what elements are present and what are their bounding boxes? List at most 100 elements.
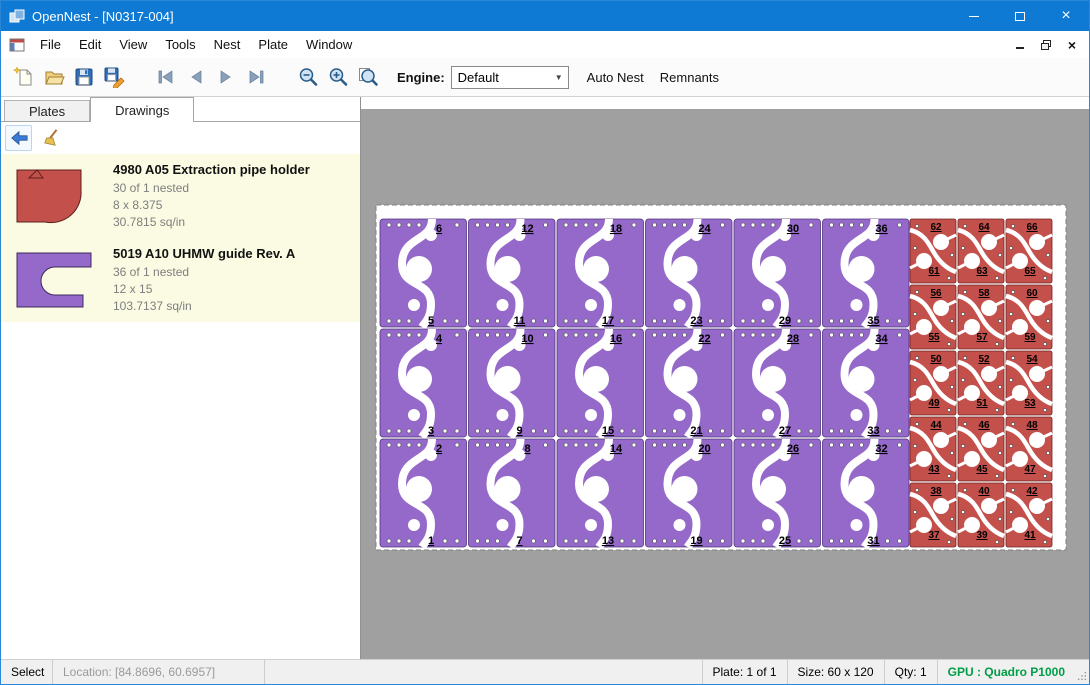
purple-part-pair[interactable]: 2423 — [646, 219, 733, 327]
part-number-label[interactable]: 61 — [928, 266, 940, 277]
menu-plate[interactable]: Plate — [249, 33, 297, 56]
red-part-pair[interactable]: 62 61 — [910, 219, 956, 283]
maximize-button[interactable] — [997, 1, 1043, 31]
menu-view[interactable]: View — [110, 33, 156, 56]
purple-part-pair[interactable]: 10 9 — [469, 329, 556, 437]
part-number-label[interactable]: 27 — [779, 425, 791, 437]
purple-part-pair[interactable]: 1817 — [557, 219, 644, 327]
tab-drawings[interactable]: Drawings — [90, 97, 194, 122]
nest-canvas[interactable]: 6512111817242330293635431091615222128273… — [361, 97, 1089, 659]
part-number-label[interactable]: 31 — [867, 535, 879, 547]
part-number-label[interactable]: 39 — [976, 530, 988, 541]
part-number-label[interactable]: 66 — [1026, 222, 1038, 233]
part-number-label[interactable]: 15 — [602, 425, 614, 437]
part-number-label[interactable]: 11 — [514, 315, 526, 327]
part-number-label[interactable]: 18 — [610, 223, 622, 235]
part-number-label[interactable]: 43 — [928, 464, 940, 475]
part-number-label[interactable]: 49 — [928, 398, 940, 409]
purple-part-pair[interactable]: 43 — [380, 329, 467, 437]
purple-part-pair[interactable]: 32 31 — [823, 439, 910, 547]
part-number-label[interactable]: 46 — [978, 420, 990, 431]
part-number-label[interactable]: 7 — [516, 535, 522, 547]
red-part-pair[interactable]: 44 43 — [910, 417, 956, 481]
part-number-label[interactable]: 24 — [698, 223, 711, 235]
mdi-restore-button[interactable] — [1035, 36, 1057, 54]
purple-part-pair[interactable]: 2625 — [734, 439, 821, 547]
part-number-label[interactable]: 40 — [978, 486, 990, 497]
list-item-uhmw-guide[interactable]: 5019 A10 UHMW guide Rev. A 36 of 1 neste… — [1, 238, 360, 322]
next-plate-button[interactable] — [211, 62, 241, 92]
red-part-pair[interactable]: 64 63 — [958, 219, 1004, 283]
open-button[interactable] — [39, 62, 69, 92]
previous-plate-button[interactable] — [181, 62, 211, 92]
part-number-label[interactable]: 59 — [1024, 332, 1036, 343]
red-part-pair[interactable]: 42 41 — [1006, 483, 1052, 547]
part-number-label[interactable]: 5 — [428, 315, 434, 327]
part-number-label[interactable]: 14 — [610, 443, 623, 455]
zoom-out-button[interactable] — [293, 62, 323, 92]
part-number-label[interactable]: 12 — [521, 223, 533, 235]
part-number-label[interactable]: 64 — [978, 222, 990, 233]
red-part-pair[interactable]: 52 51 — [958, 351, 1004, 415]
part-number-label[interactable]: 2 — [436, 443, 442, 455]
part-number-label[interactable]: 53 — [1024, 398, 1036, 409]
part-number-label[interactable]: 20 — [698, 443, 710, 455]
part-number-label[interactable]: 52 — [978, 354, 990, 365]
part-number-label[interactable]: 13 — [602, 535, 614, 547]
part-number-label[interactable]: 37 — [928, 530, 940, 541]
auto-nest-button[interactable]: Auto Nest — [579, 64, 652, 91]
part-number-label[interactable]: 10 — [521, 333, 533, 345]
minimize-button[interactable] — [951, 1, 997, 31]
part-number-label[interactable]: 30 — [787, 223, 799, 235]
part-number-label[interactable]: 48 — [1026, 420, 1038, 431]
part-number-label[interactable]: 33 — [867, 425, 879, 437]
red-part-pair[interactable]: 46 45 — [958, 417, 1004, 481]
part-number-label[interactable]: 36 — [875, 223, 887, 235]
menu-file[interactable]: File — [31, 33, 70, 56]
red-part-pair[interactable]: 54 53 — [1006, 351, 1052, 415]
part-number-label[interactable]: 17 — [602, 315, 614, 327]
part-number-label[interactable]: 44 — [930, 420, 942, 431]
part-number-label[interactable]: 3 — [428, 425, 434, 437]
part-number-label[interactable]: 51 — [976, 398, 988, 409]
red-part-pair[interactable]: 4847 — [1006, 417, 1052, 481]
part-number-label[interactable]: 34 — [875, 333, 888, 345]
purple-part-pair[interactable]: 2019 — [646, 439, 733, 547]
part-number-label[interactable]: 22 — [698, 333, 710, 345]
new-button[interactable] — [9, 62, 39, 92]
part-number-label[interactable]: 19 — [690, 535, 702, 547]
red-part-pair[interactable]: 5655 — [910, 285, 956, 349]
part-number-label[interactable]: 38 — [930, 486, 942, 497]
red-part-pair[interactable]: 5049 — [910, 351, 956, 415]
part-number-label[interactable]: 6 — [436, 223, 442, 235]
purple-part-pair[interactable]: 2221 — [646, 329, 733, 437]
first-plate-button[interactable] — [151, 62, 181, 92]
part-number-label[interactable]: 62 — [930, 222, 942, 233]
part-number-label[interactable]: 16 — [610, 333, 622, 345]
purple-part-pair[interactable]: 1615 — [557, 329, 644, 437]
part-number-label[interactable]: 63 — [976, 266, 988, 277]
part-number-label[interactable]: 54 — [1026, 354, 1038, 365]
part-number-label[interactable]: 8 — [524, 443, 530, 455]
part-number-label[interactable]: 55 — [928, 332, 940, 343]
part-number-label[interactable]: 32 — [875, 443, 887, 455]
red-part-pair[interactable]: 38 37 — [910, 483, 956, 547]
mdi-close-button[interactable]: × — [1061, 36, 1083, 54]
part-number-label[interactable]: 1 — [428, 535, 434, 547]
last-plate-button[interactable] — [241, 62, 271, 92]
part-number-label[interactable]: 41 — [1024, 530, 1036, 541]
resize-grip[interactable] — [1075, 660, 1089, 684]
tab-plates[interactable]: Plates — [4, 100, 90, 122]
menu-edit[interactable]: Edit — [70, 33, 110, 56]
red-part-pair[interactable]: 6665 — [1006, 219, 1052, 283]
part-number-label[interactable]: 9 — [516, 425, 522, 437]
part-number-label[interactable]: 42 — [1026, 486, 1038, 497]
remnants-button[interactable]: Remnants — [652, 64, 727, 91]
part-number-label[interactable]: 25 — [779, 535, 791, 547]
purple-part-pair[interactable]: 65 — [380, 219, 467, 327]
purple-part-pair[interactable]: 21 — [380, 439, 467, 547]
part-number-label[interactable]: 4 — [436, 333, 443, 345]
save-as-button[interactable] — [99, 62, 129, 92]
part-number-label[interactable]: 45 — [976, 464, 988, 475]
mdi-minimize-button[interactable] — [1009, 36, 1031, 54]
